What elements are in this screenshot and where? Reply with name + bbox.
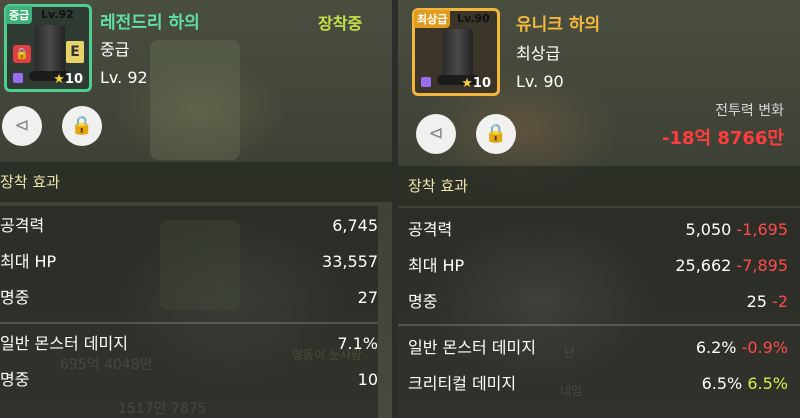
lock-button[interactable]: 🔒: [476, 114, 516, 154]
star-force: ★10: [461, 76, 491, 91]
stat-row: 공격력 6,745: [0, 206, 378, 246]
section-header-equip-effect: 장착 효과: [0, 162, 392, 202]
item-grade: 최상급: [516, 44, 561, 63]
stat-value-group: 6.5% 6.5%: [702, 364, 788, 404]
stat-row: 최대 HP 33,557: [0, 242, 378, 282]
lock-icon: 🔒: [484, 123, 508, 144]
equip-status: 장착중: [318, 14, 363, 33]
stat-row: 공격력 5,050 -1,695: [408, 210, 788, 250]
item-level: Lv. 90: [516, 72, 564, 91]
stat-value: 25,662: [675, 256, 732, 275]
stat-diff: -0.9%: [741, 338, 788, 357]
stat-value-group: 5,050 -1,695: [686, 210, 788, 250]
stat-value-group: 6.2% -0.9%: [696, 328, 788, 368]
star-icon: ★: [53, 72, 65, 87]
stat-row: 명중 25 -2: [408, 282, 788, 322]
equipped-item-panel: 중급 Lv.92 🔒 E ★10 레전드리 하의 장착중 중급 Lv. 92 ⊲…: [0, 0, 392, 418]
share-button[interactable]: ⊲: [416, 114, 456, 154]
item-grade: 중급: [100, 40, 130, 59]
stat-label: 공격력: [0, 216, 45, 235]
lock-button[interactable]: 🔒: [62, 106, 102, 146]
stat-value: 6,745: [332, 216, 378, 235]
stat-diff: -7,895: [736, 256, 788, 275]
lock-icon: 🔒: [70, 115, 94, 136]
stat-row: 일반 몬스터 데미지 7.1%: [0, 324, 378, 364]
power-change-value: -18억 8766만: [661, 128, 784, 149]
section-header-equip-effect: 장착 효과: [398, 166, 800, 206]
stat-value: 6.5%: [701, 374, 743, 393]
stat-label: 일반 몬스터 데미지: [0, 334, 128, 353]
stat-list: 공격력 5,050 -1,695 최대 HP 25,662 -7,895 명중 …: [398, 208, 800, 418]
stat-label: 명중: [0, 370, 30, 389]
stat-separator: [398, 324, 800, 326]
stat-list: 공격력 6,745 최대 HP 33,557 명중 27 일반 몬스터 데미지 …: [0, 206, 378, 418]
stat-label: 공격력: [408, 220, 453, 239]
stat-label: 크리티컬 데미지: [408, 374, 517, 393]
star-icon: ★: [461, 76, 473, 91]
grade-tag: 최상급: [414, 10, 451, 28]
stat-label: 최대 HP: [408, 256, 465, 275]
stat-value: 5,050: [685, 220, 732, 239]
stat-label: 명중: [0, 288, 30, 307]
stat-value: 10: [357, 370, 378, 389]
item-name: 레전드리 하의: [100, 13, 200, 33]
level-tag: Lv.92: [41, 8, 74, 21]
grade-tag: 중급: [6, 6, 33, 24]
share-button[interactable]: ⊲: [2, 106, 42, 146]
lock-icon: 🔒: [13, 45, 31, 63]
potential-indicator-icon: [13, 73, 23, 83]
level-tag: Lv.90: [457, 12, 490, 25]
stat-value: 6.2%: [695, 338, 737, 357]
stat-row: 최대 HP 25,662 -7,895: [408, 246, 788, 286]
power-change-label: 전투력 변화: [715, 103, 784, 119]
item-icon-frame[interactable]: 중급 Lv.92 🔒 E ★10: [4, 4, 92, 92]
stat-value-group: 25 -2: [747, 282, 788, 322]
stat-diff: -2: [772, 292, 788, 311]
section-title: 장착 효과: [408, 177, 468, 195]
stat-label: 명중: [408, 292, 438, 311]
stat-label: 일반 몬스터 데미지: [408, 338, 536, 357]
stat-value: 27: [357, 288, 378, 307]
stat-row: 크리티컬 데미지 6.5% 6.5%: [408, 364, 788, 404]
stat-label: 최대 HP: [0, 252, 57, 271]
stat-diff: 6.5%: [747, 374, 788, 393]
stat-row: 명중 27: [0, 278, 378, 318]
stat-row: 일반 몬스터 데미지 6.2% -0.9%: [408, 328, 788, 368]
stat-value-group: 25,662 -7,895: [675, 246, 788, 286]
share-icon: ⊲: [428, 123, 444, 144]
compare-item-panel: 최상급 Lv.90 ★10 유니크 하의 최상급 Lv. 90 ⊲ 🔒 전투력 …: [398, 0, 800, 418]
stat-value: 7.1%: [337, 334, 378, 353]
section-title: 장착 효과: [0, 173, 60, 191]
equipped-badge: E: [66, 41, 84, 63]
item-level: Lv. 92: [100, 68, 148, 87]
potential-indicator-icon: [421, 77, 431, 87]
stat-value: 25: [746, 292, 767, 311]
stat-value: 33,557: [322, 252, 378, 271]
item-icon-frame[interactable]: 최상급 Lv.90 ★10: [412, 8, 500, 96]
stat-diff: -1,695: [736, 220, 788, 239]
star-force: ★10: [53, 72, 83, 87]
item-name: 유니크 하의: [516, 15, 601, 35]
stat-row: 명중 10: [0, 360, 378, 400]
share-icon: ⊲: [14, 115, 30, 136]
